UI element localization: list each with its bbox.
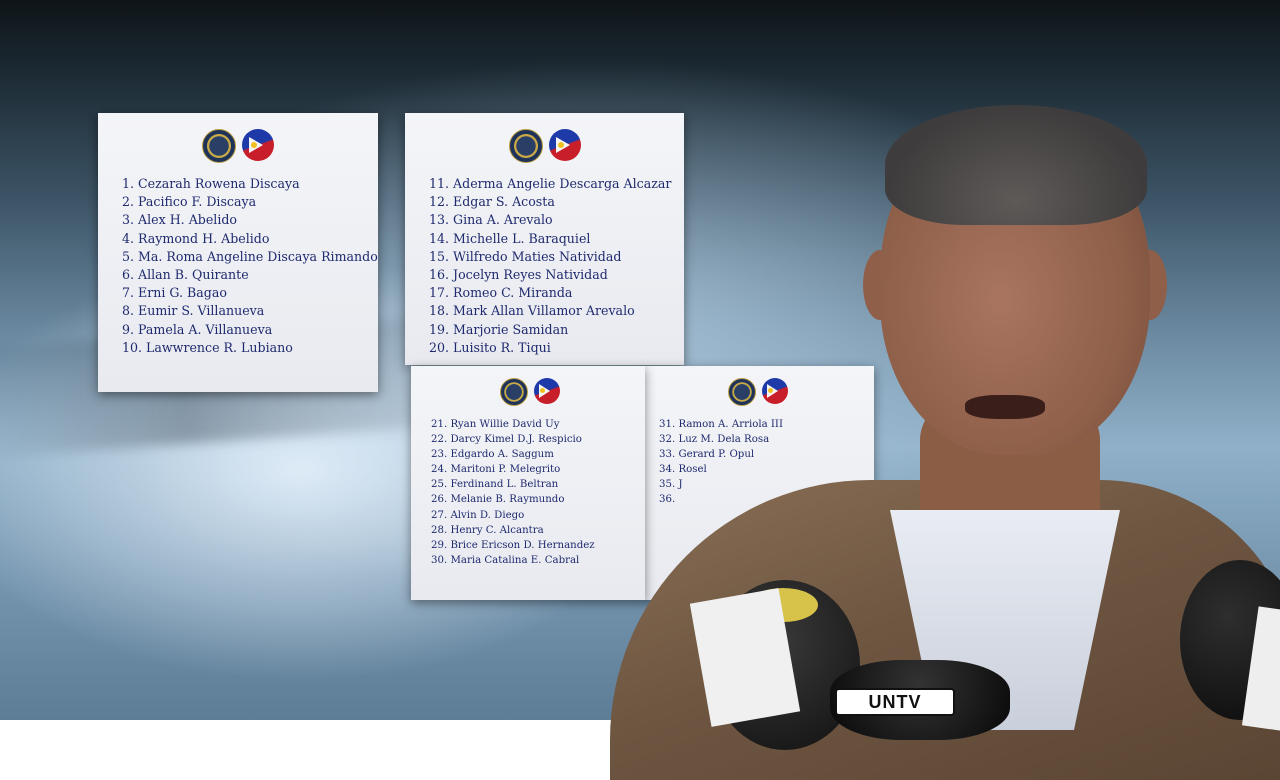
names-list: 1. Cezarah Rowena Discaya 2. Pacifico F.… bbox=[122, 175, 378, 357]
philippine-flag-seal-icon bbox=[242, 129, 274, 161]
list-item: 10. Lawwrence R. Lubiano bbox=[122, 339, 293, 355]
list-item: 8. Eumir S. Villanueva bbox=[122, 303, 265, 319]
speaker-hair bbox=[885, 105, 1147, 225]
list-item: 5. Ma. Roma Angeline Discaya Rimando bbox=[122, 248, 378, 264]
microphone-label: UNTV bbox=[835, 688, 955, 716]
speaker-figure: UNTV bbox=[560, 100, 1280, 780]
list-item: 1. Cezarah Rowena Discaya bbox=[122, 176, 300, 191]
speaker-mouth bbox=[965, 395, 1045, 419]
doj-seal-icon bbox=[500, 378, 528, 406]
panel-seals bbox=[500, 378, 560, 406]
list-item: 9. Pamela A. Villanueva bbox=[122, 321, 273, 337]
list-item: 4. Raymond H. Abelido bbox=[122, 230, 270, 246]
panel-seals bbox=[202, 129, 274, 163]
list-item: 6. Allan B. Quirante bbox=[122, 267, 249, 283]
list-item: 7. Erni G. Bagao bbox=[122, 285, 227, 301]
doj-seal-icon bbox=[202, 129, 236, 163]
list-item: 2. Pacifico F. Discaya bbox=[122, 194, 257, 210]
names-panel-1: 1. Cezarah Rowena Discaya 2. Pacifico F.… bbox=[98, 113, 378, 392]
doj-seal-icon bbox=[509, 129, 543, 163]
philippine-flag-seal-icon bbox=[534, 378, 560, 404]
list-item: 3. Alex H. Abelido bbox=[122, 212, 237, 228]
